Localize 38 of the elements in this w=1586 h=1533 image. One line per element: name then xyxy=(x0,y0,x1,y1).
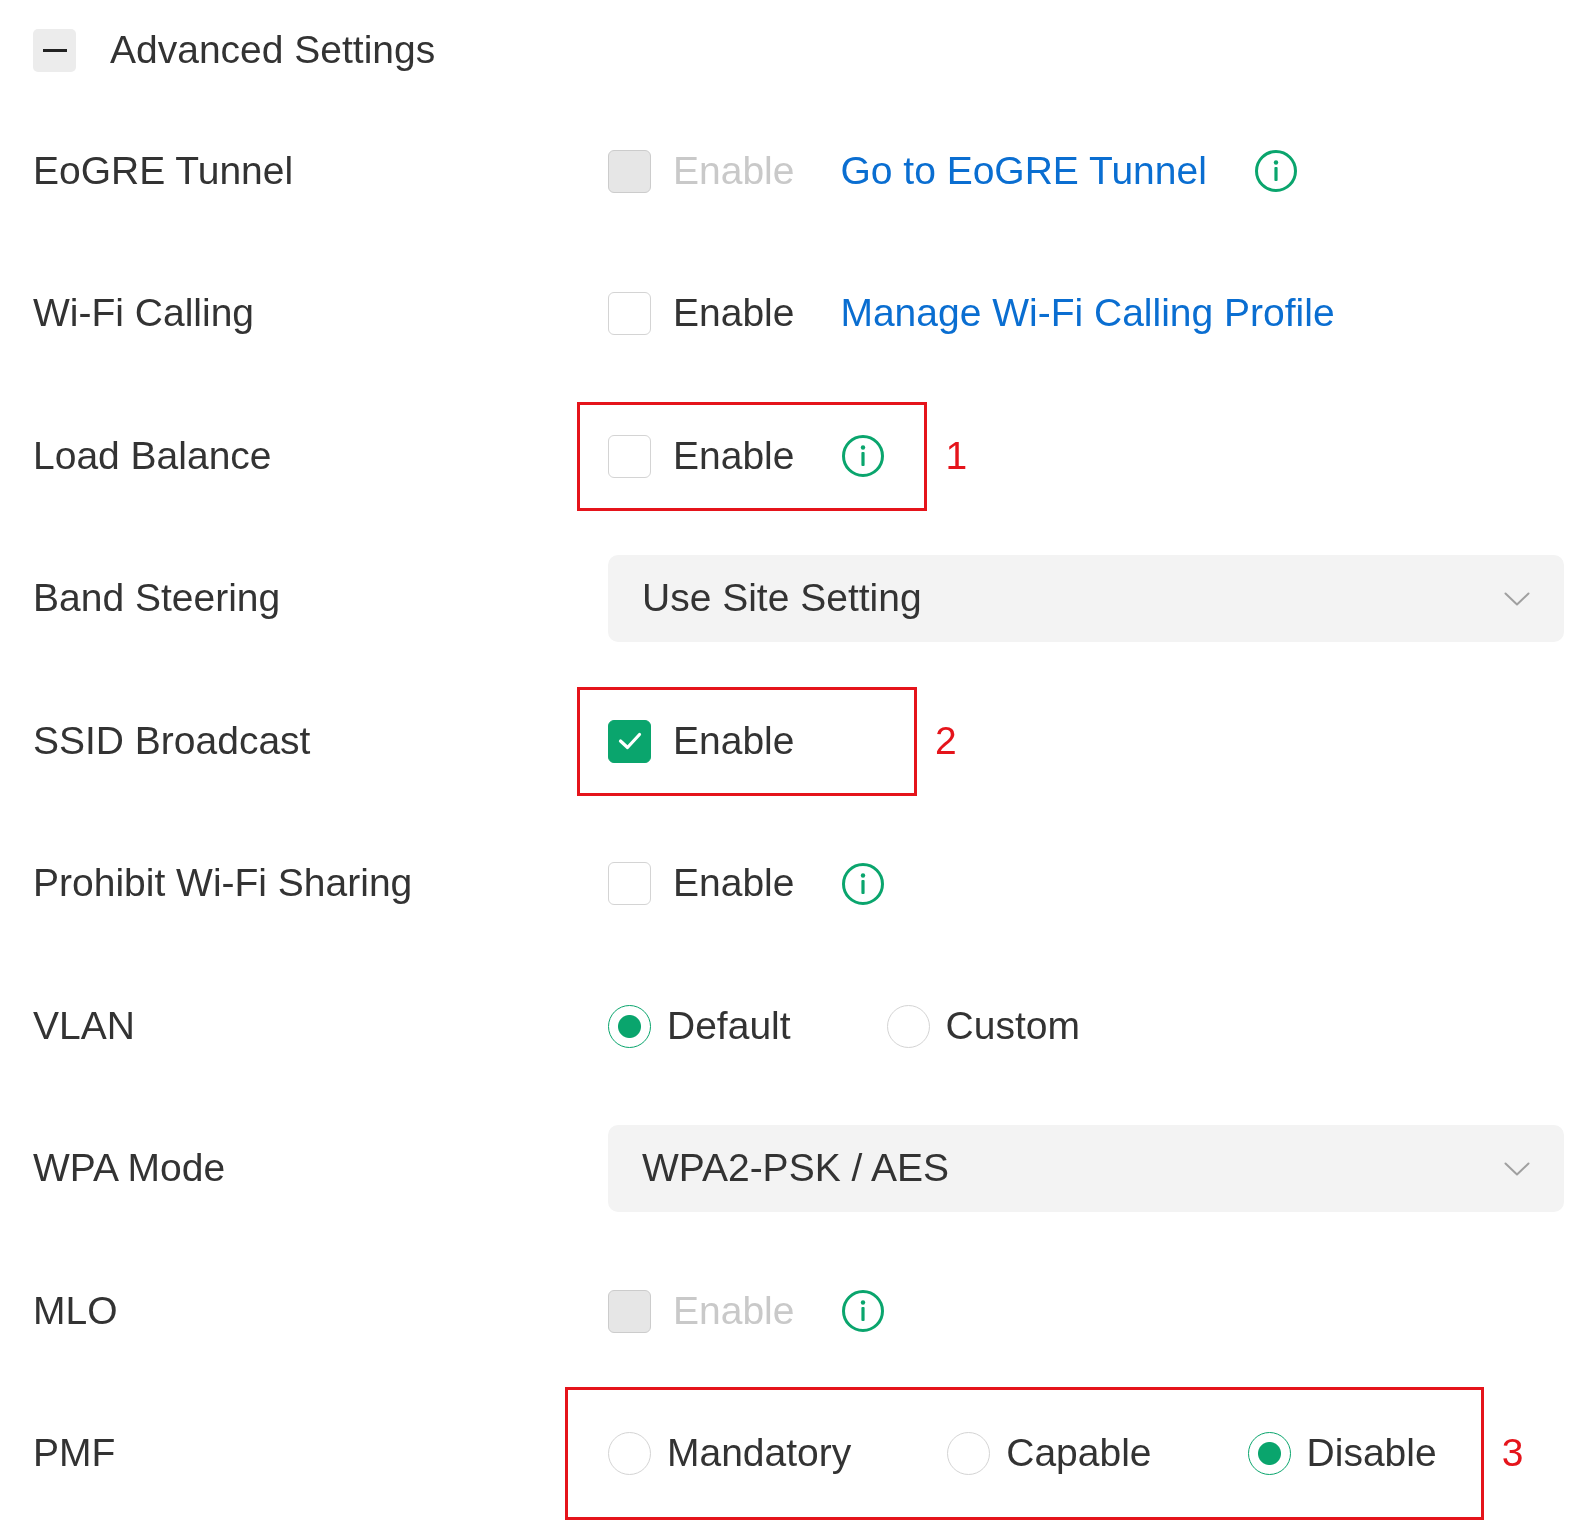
checkbox[interactable] xyxy=(608,719,651,763)
field-label: SSID Broadcast xyxy=(33,717,312,764)
radio-label[interactable]: Default xyxy=(667,1002,791,1050)
field-label: Wi-Fi Calling xyxy=(33,290,255,337)
field-label: Band Steering xyxy=(33,575,282,622)
field-label: EoGRE Tunnel xyxy=(33,147,295,194)
text-link[interactable]: Go to EoGRE Tunnel xyxy=(840,147,1207,195)
dropdown-select[interactable]: Use Site Setting xyxy=(608,555,1564,643)
annotation-number: 3 xyxy=(1501,1430,1524,1477)
collapse-button[interactable] xyxy=(33,28,76,72)
field-label: WPA Mode xyxy=(33,1145,227,1192)
radio-label[interactable]: Capable xyxy=(1006,1430,1152,1478)
radio-button[interactable] xyxy=(608,1004,651,1048)
check-icon xyxy=(617,732,642,751)
annotation-number: 1 xyxy=(945,432,968,479)
field-label: MLO xyxy=(33,1287,119,1334)
checkbox-label[interactable]: Enable xyxy=(673,860,795,908)
radio-label[interactable]: Custom xyxy=(945,1002,1080,1050)
text-link[interactable]: Manage Wi-Fi Calling Profile xyxy=(840,290,1335,338)
chevron-down-icon xyxy=(1504,1161,1530,1176)
field-label: Load Balance xyxy=(33,432,273,479)
minus-icon xyxy=(42,48,67,52)
radio-label[interactable]: Mandatory xyxy=(667,1430,852,1478)
field-label: VLAN xyxy=(33,1002,136,1049)
checkbox-label[interactable]: Enable xyxy=(673,432,795,480)
field-label: Prohibit Wi-Fi Sharing xyxy=(33,860,414,907)
checkbox[interactable] xyxy=(608,434,651,478)
checkbox[interactable] xyxy=(608,292,651,336)
chevron-down-icon xyxy=(1504,591,1530,606)
dropdown-select[interactable]: WPA2-PSK / AES xyxy=(608,1125,1564,1213)
checkbox-label[interactable]: Enable xyxy=(673,717,795,765)
checkbox[interactable] xyxy=(608,862,651,906)
radio-button[interactable] xyxy=(608,1432,651,1476)
section-title: Advanced Settings xyxy=(110,26,436,73)
radio-label[interactable]: Disable xyxy=(1306,1430,1437,1478)
checkbox-label[interactable]: Enable xyxy=(673,290,795,338)
annotation-number: 2 xyxy=(935,717,957,764)
field-label: PMF xyxy=(33,1430,117,1477)
